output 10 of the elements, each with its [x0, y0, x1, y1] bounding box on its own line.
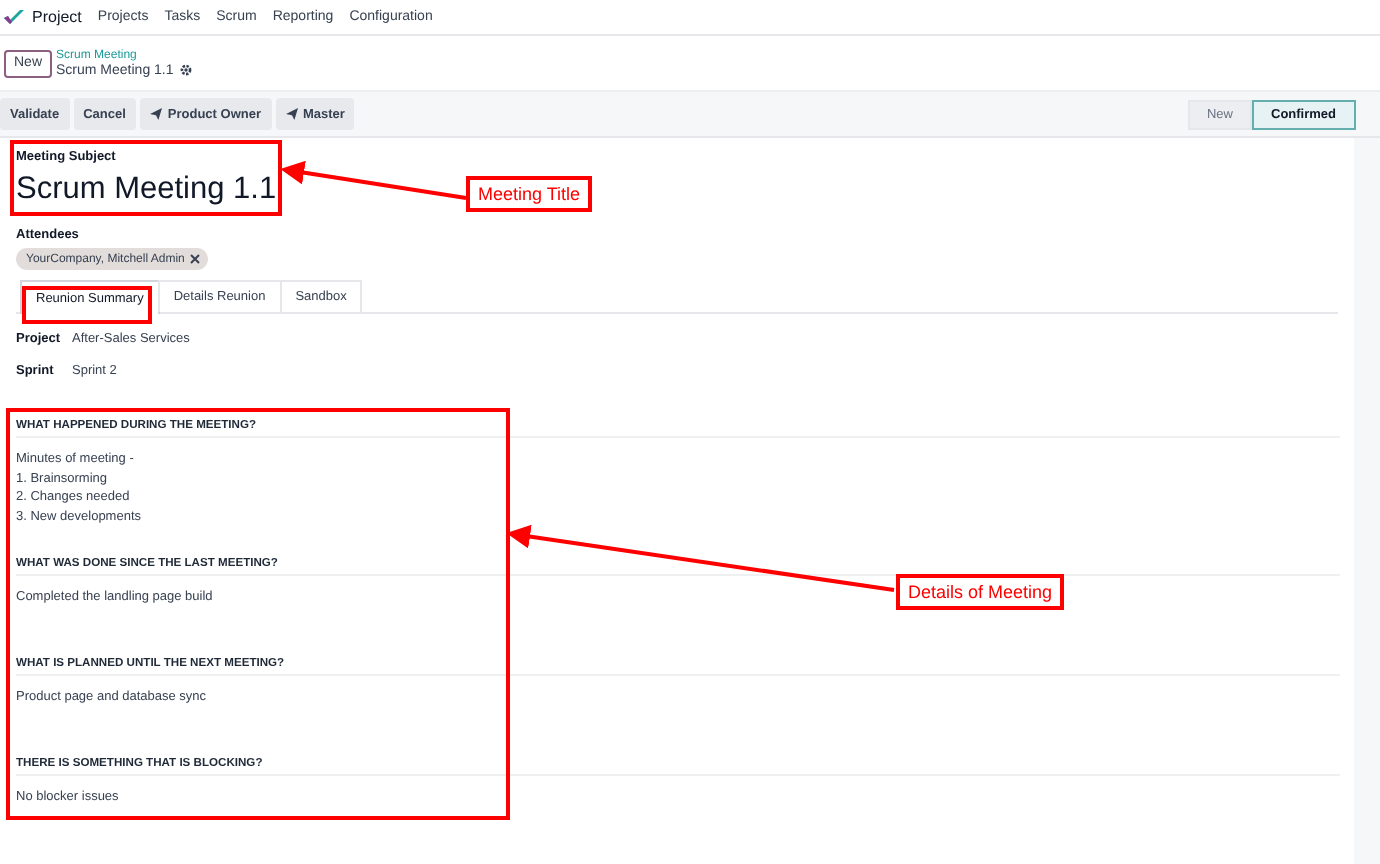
- remove-icon[interactable]: [190, 254, 201, 264]
- callout-label: Meeting Title: [466, 176, 593, 212]
- send-icon: [149, 108, 162, 120]
- highlight-box: [22, 286, 152, 324]
- app-name[interactable]: Project: [32, 8, 82, 26]
- callout-label: Details of Meeting: [896, 574, 1065, 610]
- send-icon: [285, 108, 297, 120]
- settings-icon[interactable]: [179, 64, 192, 76]
- subject-field[interactable]: Scrum Meeting 1.1: [16, 170, 277, 210]
- app-logo-icon[interactable]: [4, 9, 24, 25]
